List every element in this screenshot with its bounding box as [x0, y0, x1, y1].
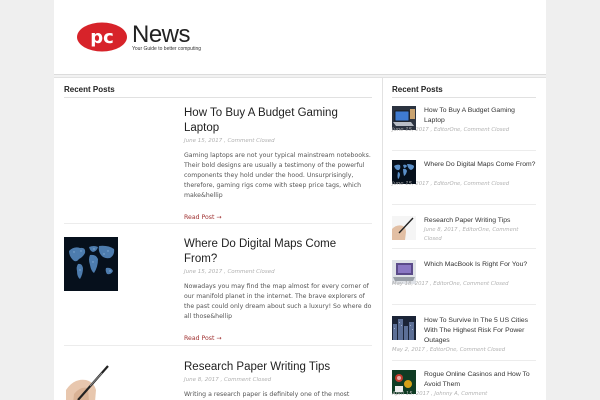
sidebar-post-link[interactable]: Research Paper Writing Tips: [424, 216, 536, 226]
page: pc News Your Guide to better computing R…: [54, 0, 546, 400]
post-separator: [392, 304, 536, 305]
sidebar-post-meta: June 8, 2017 , EditorOne, Comment Closed: [424, 227, 519, 242]
divider: [392, 97, 536, 98]
site-logo[interactable]: pc News Your Guide to better computing: [76, 20, 206, 56]
post-excerpt: Gaming laptops are not your typical main…: [184, 152, 371, 199]
site-name: News: [132, 21, 191, 48]
sidebar-post-link[interactable]: How To Buy A Budget Gaming Laptop: [424, 106, 536, 126]
post-excerpt: Nowadays you may find the map almost for…: [184, 283, 372, 320]
pc-logo-icon: pc: [77, 22, 127, 52]
city-icon[interactable]: [392, 316, 416, 340]
post-meta: June 8, 2017 , Comment Closed: [184, 377, 272, 383]
svg-text:pc: pc: [90, 27, 114, 48]
post-title-link[interactable]: How To Buy A Budget Gaming Laptop: [184, 106, 372, 136]
sidebar-post-meta: June 15, 2017 , EditorOne, Comment Close…: [392, 181, 510, 187]
pen-writing-icon[interactable]: [392, 216, 416, 240]
site-header: pc News Your Guide to better computing: [54, 0, 546, 75]
sidebar: Recent Posts How To Buy A Budget Gaming …: [392, 82, 536, 400]
post-separator: [392, 360, 536, 361]
post-title-link[interactable]: Research Paper Writing Tips: [184, 360, 372, 375]
sidebar-post-link[interactable]: Which MacBook Is Right For You?: [424, 260, 536, 270]
post-separator: [392, 248, 536, 249]
sidebar-post-meta: May 2, 2017 , EditorOne, Comment Closed: [392, 347, 506, 353]
post-separator: [392, 204, 536, 205]
pen-writing-icon[interactable]: [64, 360, 118, 400]
post-meta: June 15, 2017 , Comment Closed: [184, 138, 275, 144]
sidebar-post-meta: April 15, 2017 , Johnny A, Comment: [392, 391, 488, 397]
sidebar-post-link[interactable]: How To Survive In The 5 US Cities With T…: [424, 316, 536, 346]
read-post-link[interactable]: Read Post →: [184, 214, 372, 221]
sidebar-post-meta: May 18, 2017 , EditorOne, Comment Closed: [392, 281, 509, 287]
main-content: Recent Posts How To Buy A Budget Gaming …: [64, 82, 372, 400]
sidebar-post-meta: June 15, 2017 , EditorOne, Comment Close…: [392, 127, 510, 133]
post-separator: [392, 150, 536, 151]
post-separator: [64, 223, 372, 224]
nav-band: [54, 75, 546, 78]
main-section-heading: Recent Posts: [64, 85, 115, 94]
sidebar-heading: Recent Posts: [392, 85, 443, 94]
site-tagline: Your Guide to better computing: [132, 46, 202, 52]
divider: [64, 97, 372, 98]
read-post-link[interactable]: Read Post →: [184, 335, 372, 342]
post-thumbnail-empty: [64, 106, 118, 160]
world-map-icon[interactable]: [64, 237, 118, 291]
sidebar-divider: [382, 78, 383, 400]
post-separator: [64, 345, 372, 346]
post-excerpt: Writing a research paper is definitely o…: [184, 391, 350, 398]
sidebar-post-link[interactable]: Where Do Digital Maps Come From?: [424, 160, 536, 170]
post-meta: June 15, 2017 , Comment Closed: [184, 269, 275, 275]
post-title-link[interactable]: Where Do Digital Maps Come From?: [184, 237, 372, 267]
sidebar-post-link[interactable]: Rogue Online Casinos and How To Avoid Th…: [424, 370, 536, 390]
